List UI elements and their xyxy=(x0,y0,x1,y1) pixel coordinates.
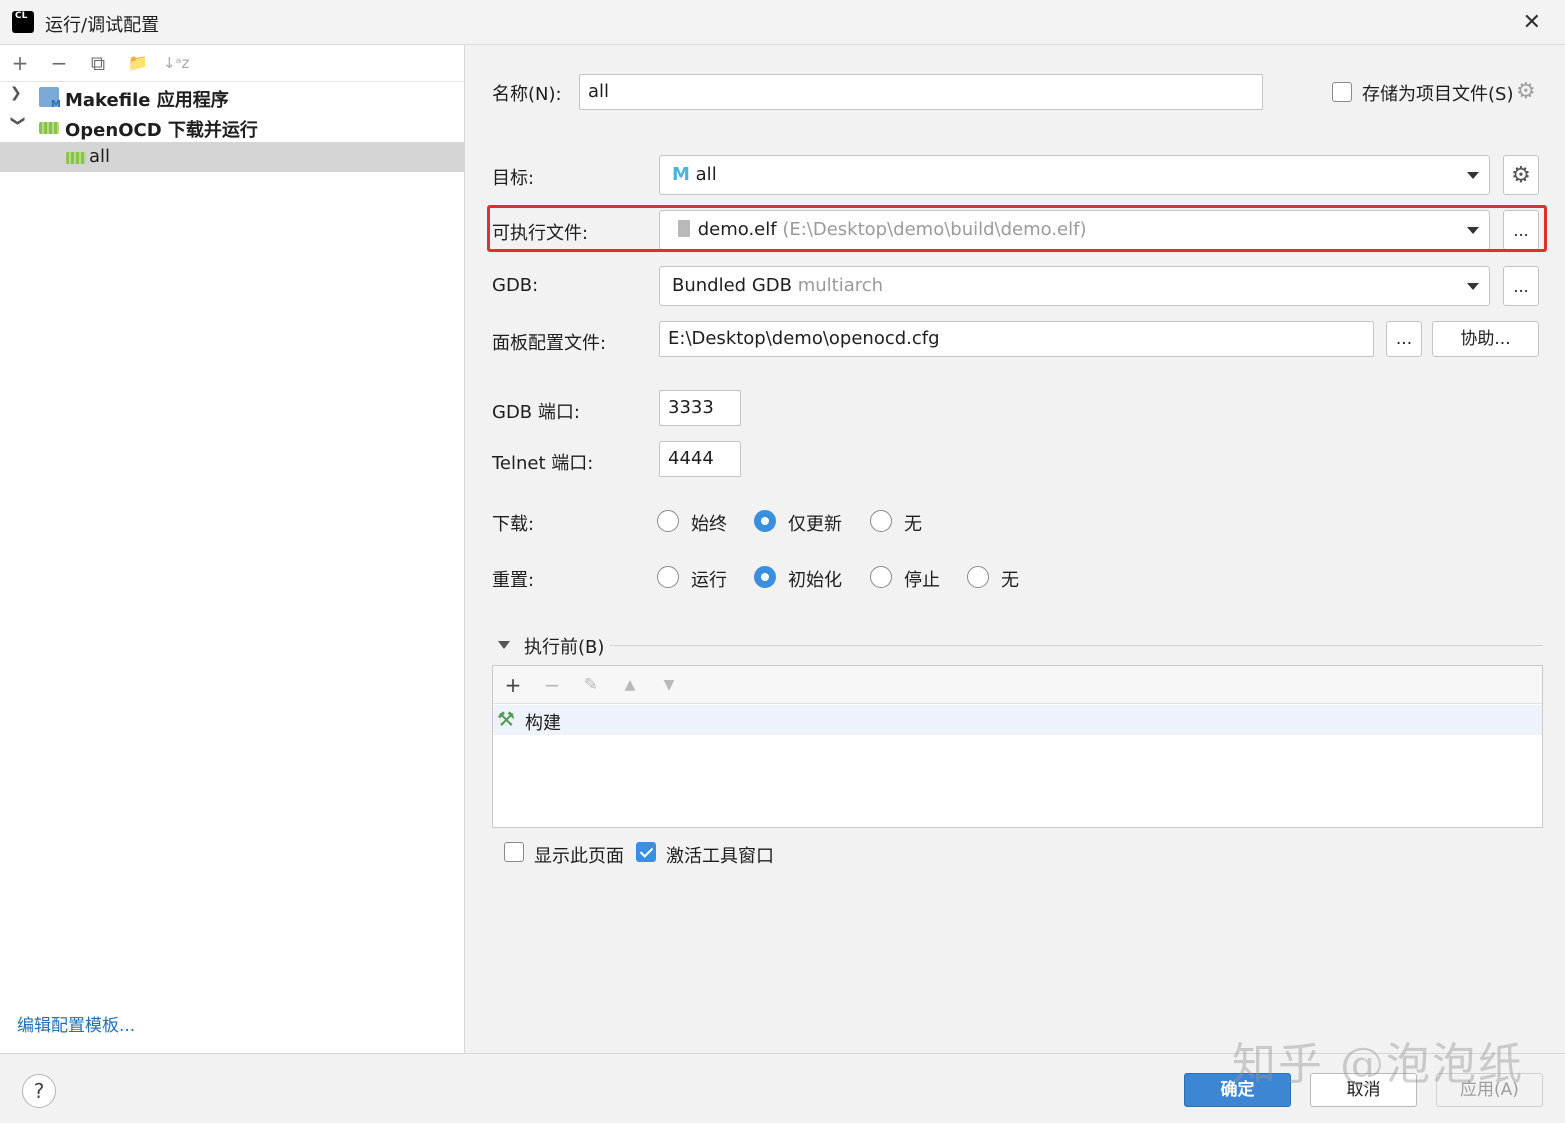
before-launch-list: + − ✎ ▲ ▼ ⚒ 构建 xyxy=(492,665,1543,828)
title-bar: CL 运行/调试配置 ✕ xyxy=(0,0,1565,45)
add-task-icon[interactable]: + xyxy=(500,672,526,698)
tree-item-label: Makefile 应用程序 xyxy=(65,90,229,111)
copy-configuration-icon[interactable]: ⧉ xyxy=(85,51,111,77)
gdb-port-input[interactable]: 3333 xyxy=(659,390,741,426)
window-title: 运行/调试配置 xyxy=(45,15,160,36)
chevron-right-icon[interactable]: ❯ xyxy=(10,85,26,101)
download-updated-only-radio[interactable] xyxy=(754,510,776,532)
tree-item-label: all xyxy=(89,146,111,167)
apply-button[interactable]: 应用(A) xyxy=(1436,1073,1543,1107)
cancel-button[interactable]: 取消 xyxy=(1310,1073,1417,1107)
before-launch-title[interactable]: 执行前(B) xyxy=(524,633,604,659)
telnet-port-input[interactable]: 4444 xyxy=(659,441,741,477)
name-input[interactable]: all xyxy=(579,74,1263,110)
target-label: 目标: xyxy=(492,168,535,189)
edit-task-icon[interactable]: ✎ xyxy=(578,672,604,698)
store-as-project-file-label: 存储为项目文件(S) xyxy=(1362,84,1514,105)
chevron-down-icon xyxy=(1467,172,1479,179)
chevron-down-icon xyxy=(1467,227,1479,234)
telnet-port-label: Telnet 端口: xyxy=(492,453,594,474)
reset-run-radio[interactable] xyxy=(657,566,679,588)
list-item-build[interactable]: ⚒ 构建 xyxy=(493,705,1542,735)
move-up-icon[interactable]: ▲ xyxy=(617,672,643,698)
board-config-label: 面板配置文件: xyxy=(492,333,607,354)
reset-none-radio[interactable] xyxy=(967,566,989,588)
reset-none-label: 无 xyxy=(1001,570,1019,591)
add-configuration-icon[interactable]: + xyxy=(7,51,33,77)
gear-icon[interactable]: ⚙ xyxy=(1516,79,1536,104)
tree-item-all[interactable]: all xyxy=(0,142,465,172)
target-settings-gear-icon[interactable]: ⚙ xyxy=(1503,155,1539,195)
download-updated-only-label: 仅更新 xyxy=(788,514,842,535)
hammer-icon: ⚒ xyxy=(497,707,515,731)
executable-path: (E:\Desktop\demo\build\demo.elf) xyxy=(782,219,1087,240)
reset-halt-label: 停止 xyxy=(904,570,940,591)
board-config-browse-button[interactable]: ... xyxy=(1386,321,1422,357)
reset-label: 重置: xyxy=(492,570,535,591)
show-page-checkbox[interactable] xyxy=(504,842,524,862)
reset-halt-radio[interactable] xyxy=(870,566,892,588)
new-folder-icon[interactable]: 📁 xyxy=(125,51,151,77)
target-value: all xyxy=(695,164,717,185)
remove-configuration-icon[interactable]: − xyxy=(46,51,72,77)
executable-label: 可执行文件: xyxy=(492,223,589,244)
gdb-browse-button[interactable]: ... xyxy=(1503,266,1539,306)
section-divider xyxy=(610,645,1543,646)
activate-tool-window-checkbox[interactable] xyxy=(636,842,656,862)
tree-item-makefile[interactable]: ❯ Makefile 应用程序 xyxy=(0,82,465,112)
task-label: 构建 xyxy=(525,713,561,734)
store-as-project-file-checkbox[interactable] xyxy=(1332,82,1352,102)
download-none-radio[interactable] xyxy=(870,510,892,532)
reset-init-label: 初始化 xyxy=(788,570,842,591)
ok-button[interactable]: 确定 xyxy=(1184,1073,1291,1107)
before-launch-toolbar: + − ✎ ▲ ▼ xyxy=(493,666,1542,704)
executable-browse-button[interactable]: ... xyxy=(1503,210,1539,250)
move-down-icon[interactable]: ▼ xyxy=(656,672,682,698)
file-icon xyxy=(678,220,690,237)
target-combo[interactable]: M all xyxy=(659,155,1490,195)
gdb-port-label: GDB 端口: xyxy=(492,402,580,423)
openocd-icon xyxy=(39,122,59,134)
board-config-input[interactable]: E:\Desktop\demo\openocd.cfg xyxy=(659,321,1374,357)
assist-button[interactable]: 协助... xyxy=(1432,321,1539,357)
close-icon[interactable]: ✕ xyxy=(1523,10,1541,35)
dialog-footer: ? 确定 取消 应用(A) xyxy=(0,1053,1565,1123)
gdb-combo[interactable]: Bundled GDB multiarch xyxy=(659,266,1490,306)
download-label: 下载: xyxy=(492,514,535,535)
clion-app-icon: CL xyxy=(9,8,37,36)
makefile-target-icon: M xyxy=(672,164,690,185)
chevron-down-icon xyxy=(1467,283,1479,290)
makefile-icon xyxy=(39,87,61,110)
collapse-triangle-icon[interactable] xyxy=(498,641,510,649)
executable-name: demo.elf xyxy=(697,219,777,240)
sort-icon[interactable]: ↓ᵃz xyxy=(163,51,189,77)
gdb-suffix: multiarch xyxy=(797,275,884,296)
configuration-form-panel xyxy=(466,45,1565,1053)
gdb-value: Bundled GDB xyxy=(672,275,792,296)
reset-init-radio[interactable] xyxy=(754,566,776,588)
tree-item-openocd[interactable]: ❯ OpenOCD 下载并运行 xyxy=(0,112,465,142)
configurations-tree-panel: + − ⧉ 📁 ↓ᵃz ❯ Makefile 应用程序 ❯ OpenOCD 下载… xyxy=(0,45,465,1053)
show-page-label: 显示此页面 xyxy=(534,846,624,867)
download-always-label: 始终 xyxy=(691,514,727,535)
tree-toolbar: + − ⧉ 📁 ↓ᵃz xyxy=(0,45,464,82)
chevron-down-icon[interactable]: ❯ xyxy=(10,115,26,131)
activate-tool-window-label: 激活工具窗口 xyxy=(666,846,774,867)
name-label: 名称(N): xyxy=(492,84,562,105)
remove-task-icon[interactable]: − xyxy=(539,672,565,698)
help-icon[interactable]: ? xyxy=(22,1074,56,1108)
download-always-radio[interactable] xyxy=(657,510,679,532)
gdb-label: GDB: xyxy=(492,275,539,296)
executable-combo[interactable]: demo.elf (E:\Desktop\demo\build\demo.elf… xyxy=(659,210,1490,250)
reset-run-label: 运行 xyxy=(691,570,727,591)
download-none-label: 无 xyxy=(904,514,922,535)
chip-icon xyxy=(66,152,86,164)
edit-templates-link[interactable]: 编辑配置模板... xyxy=(17,1011,135,1036)
tree-item-label: OpenOCD 下载并运行 xyxy=(65,120,258,141)
